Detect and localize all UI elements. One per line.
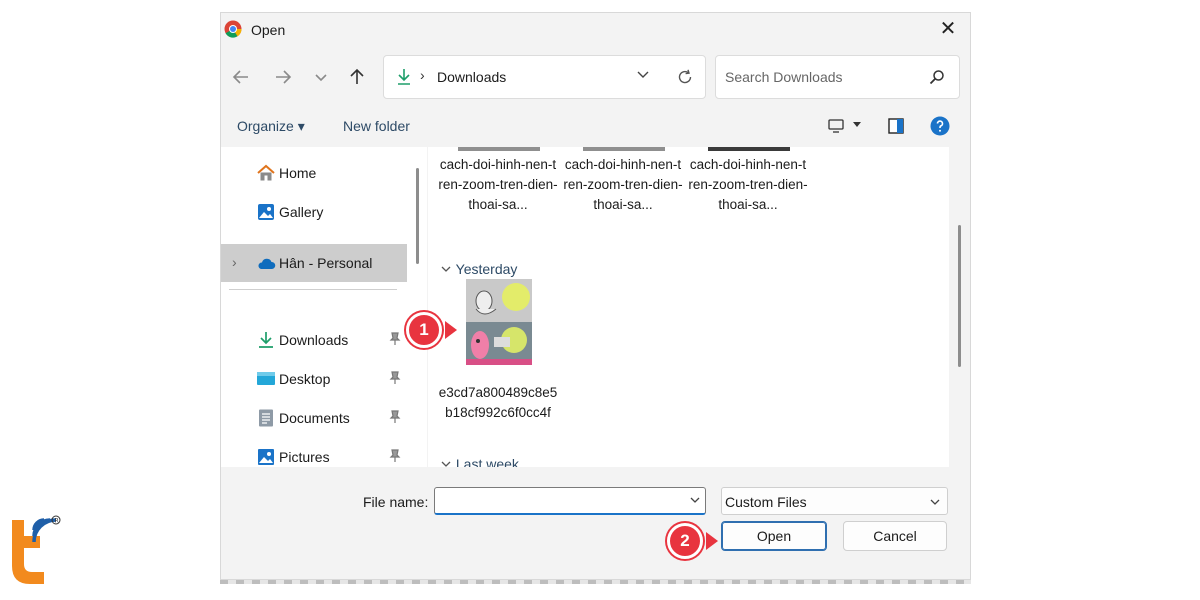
group-header-label: Last week: [455, 456, 519, 467]
sidebar-item-label: Documents: [279, 410, 350, 426]
sidebar-item-label: Home: [279, 165, 317, 181]
address-dropdown-icon[interactable]: [636, 68, 650, 82]
onedrive-cloud-icon: [258, 258, 276, 269]
sidebar-item-downloads[interactable]: Downloads: [221, 322, 407, 358]
pin-icon: [389, 410, 401, 423]
step-2-callout: 2: [667, 523, 703, 559]
file-thumbnail-edge: [583, 147, 665, 151]
sidebar-item-documents[interactable]: Documents: [221, 400, 407, 436]
home-icon: [257, 164, 275, 181]
cancel-button[interactable]: Cancel: [843, 521, 947, 551]
sidebar-item-label: Desktop: [279, 371, 331, 387]
address-bar[interactable]: › Downloads: [383, 55, 706, 99]
file-name-label: File name:: [363, 494, 429, 510]
navigation-pane: Home Gallery › Hân - Personal Downloads …: [221, 147, 407, 467]
sidebar-item-pictures[interactable]: Pictures: [221, 439, 407, 475]
pin-icon: [389, 449, 401, 462]
breadcrumb-separator: ›: [420, 67, 425, 83]
step-1-callout: 1: [406, 312, 442, 348]
chevron-down-icon: [441, 461, 451, 467]
sidebar-item-label: Gallery: [279, 204, 324, 220]
file-thumbnail-edge: [708, 147, 790, 151]
documents-icon: [259, 409, 273, 427]
sidebar-item-label: Pictures: [279, 449, 330, 465]
file-type-select[interactable]: Custom Files: [721, 487, 948, 515]
desktop-icon: [257, 372, 275, 385]
dialog-title: Open: [251, 22, 286, 38]
refresh-icon[interactable]: [676, 68, 694, 86]
sidebar-item-desktop[interactable]: Desktop: [221, 361, 407, 397]
brand-logo-icon: R: [12, 515, 61, 584]
file-name-dropdown-icon[interactable]: [689, 494, 701, 506]
download-icon: [259, 332, 273, 348]
sidebar-scrollbar-thumb[interactable]: [416, 168, 419, 264]
command-bar: Organize ▾ New folder: [221, 107, 970, 147]
chevron-down-icon: [930, 499, 940, 505]
group-header-label: Yesterday: [455, 261, 518, 277]
arrow-right-icon[interactable]: [271, 65, 295, 89]
view-options-icon[interactable]: [827, 117, 845, 135]
open-button[interactable]: Open: [721, 521, 827, 551]
file-thumbnail-edge: [458, 147, 540, 151]
close-button[interactable]: ✕: [936, 17, 960, 41]
sidebar-divider: [229, 289, 397, 290]
chrome-icon: [224, 20, 242, 38]
sidebar-item-home[interactable]: Home: [221, 155, 407, 191]
file-list-scrollbar-thumb[interactable]: [958, 225, 961, 367]
pictures-icon: [258, 449, 274, 465]
sidebar-item-label: Downloads: [279, 332, 349, 348]
open-file-dialog: Open ✕ › Downloads Organize ▾ New folder: [220, 12, 971, 580]
view-dropdown-icon[interactable]: [853, 122, 861, 128]
group-header-last-week[interactable]: Last week: [440, 456, 519, 467]
file-item-name[interactable]: cach-doi-hinh-nen-tren-zoom-tren-dien-th…: [688, 155, 808, 215]
navigation-bar: › Downloads: [221, 55, 970, 99]
chevron-down-icon: [441, 266, 451, 272]
sidebar-item-gallery[interactable]: Gallery: [221, 194, 407, 230]
file-item-name[interactable]: cach-doi-hinh-nen-tren-zoom-tren-dien-th…: [438, 155, 558, 215]
file-name-field[interactable]: [434, 487, 706, 515]
comic-image-icon: [466, 279, 532, 365]
expand-chevron-icon[interactable]: ›: [232, 254, 237, 270]
preview-pane-icon[interactable]: [887, 117, 905, 135]
pin-icon: [389, 332, 401, 345]
arrow-up-icon[interactable]: [345, 65, 369, 89]
sidebar-item-onedrive[interactable]: › Hân - Personal: [221, 244, 407, 282]
file-name-input[interactable]: [437, 490, 677, 512]
download-icon: [398, 69, 410, 85]
step-1-pointer: [445, 321, 457, 339]
pin-icon: [389, 371, 401, 384]
title-bar: Open ✕: [221, 13, 970, 47]
help-icon[interactable]: [930, 116, 950, 136]
gallery-icon: [258, 204, 274, 220]
group-header-yesterday[interactable]: Yesterday: [440, 261, 517, 277]
file-list: cach-doi-hinh-nen-tren-zoom-tren-dien-th…: [428, 147, 949, 467]
search-icon[interactable]: [929, 69, 945, 85]
new-folder-button[interactable]: New folder: [343, 118, 410, 134]
file-type-value: Custom Files: [725, 494, 807, 510]
breadcrumb-downloads[interactable]: Downloads: [437, 69, 506, 85]
step-2-pointer: [706, 532, 718, 550]
search-input[interactable]: [717, 57, 917, 97]
organize-button[interactable]: Organize ▾: [237, 118, 305, 135]
search-box[interactable]: [715, 55, 960, 99]
image-thumbnail[interactable]: [466, 279, 532, 365]
chevron-down-icon[interactable]: [309, 65, 333, 89]
sidebar-item-label: Hân - Personal: [279, 255, 373, 271]
file-item-name[interactable]: cach-doi-hinh-nen-tren-zoom-tren-dien-th…: [563, 155, 683, 215]
file-item-name[interactable]: e3cd7a800489c8e5b18cf992c6f0cc4f: [438, 383, 558, 423]
svg-text:R: R: [55, 518, 59, 525]
arrow-left-icon[interactable]: [229, 65, 253, 89]
